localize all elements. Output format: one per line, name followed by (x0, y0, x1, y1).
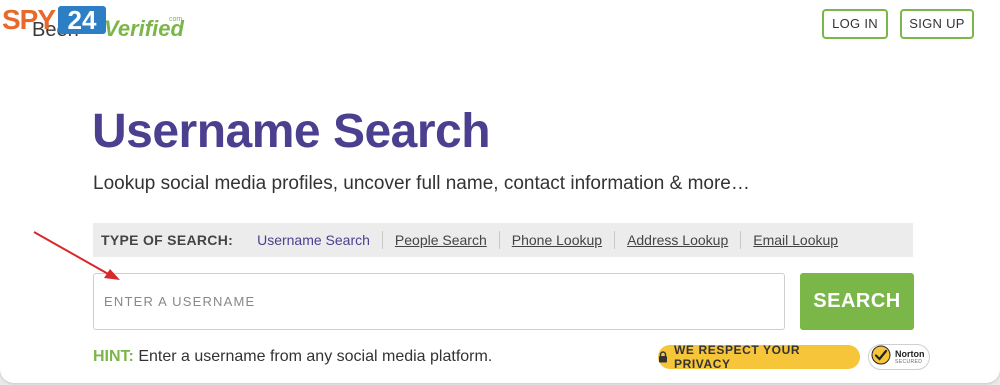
search-button[interactable]: SEARCH (800, 273, 914, 330)
norton-sub-label: SECURED (895, 358, 923, 365)
lock-icon (658, 351, 668, 363)
site-logo[interactable]: Been Verified com SPY 24 (0, 2, 200, 42)
red-arrow-icon (33, 231, 120, 280)
privacy-badge-text: WE RESPECT YOUR PRIVACY (674, 343, 801, 371)
hint-label: HINT: (93, 348, 134, 365)
login-button[interactable]: LOG IN (822, 9, 888, 39)
page-subtitle: Lookup social media profiles, uncover fu… (93, 173, 750, 194)
watermark-spy-text: SPY (2, 4, 56, 35)
search-type-bar: TYPE OF SEARCH: Username Search People S… (93, 223, 913, 257)
hint-text: HINT: Enter a username from any social m… (93, 348, 492, 366)
watermark-24-text: 24 (58, 6, 106, 34)
page-frame: Been Verified com SPY 24 LOG IN SIGN UP … (0, 0, 1000, 383)
hint-body: Enter a username from any social media p… (133, 348, 493, 365)
search-type-username[interactable]: Username Search (245, 231, 382, 249)
checkmark-icon (871, 345, 891, 370)
search-type-people[interactable]: People Search (381, 231, 499, 249)
logo-com-text: com (169, 16, 183, 23)
norton-label: Norton (895, 348, 925, 359)
search-type-address[interactable]: Address Lookup (614, 231, 740, 249)
search-type-phone[interactable]: Phone Lookup (498, 231, 614, 249)
username-search-input[interactable] (93, 273, 785, 330)
signup-button[interactable]: SIGN UP (900, 9, 974, 39)
norton-text: Norton SECURED (895, 348, 925, 365)
page-title: Username Search (92, 105, 491, 158)
search-type-email[interactable]: Email Lookup (740, 231, 850, 249)
privacy-badge[interactable]: WE RESPECT YOUR PRIVACY (658, 343, 860, 371)
norton-secured-badge: Norton SECURED (868, 344, 930, 370)
